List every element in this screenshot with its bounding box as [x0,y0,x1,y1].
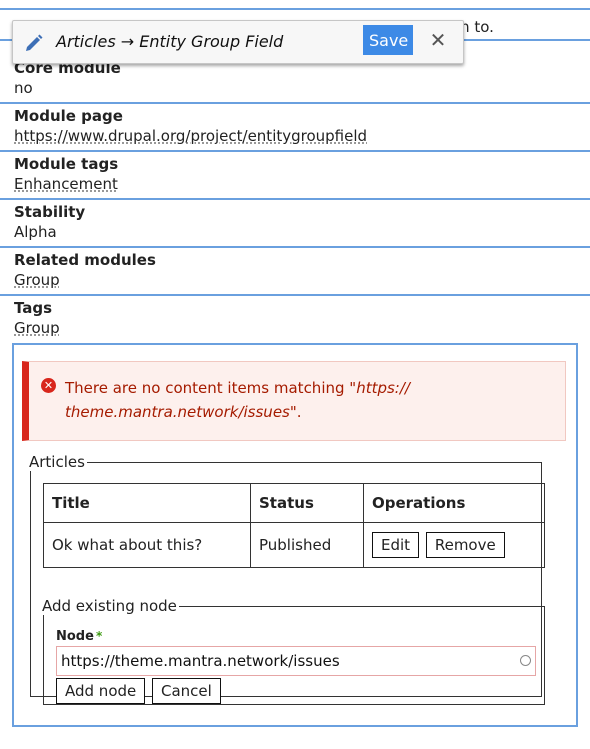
field-related-modules: Related modules Group [14,250,590,292]
outline-row [0,294,590,296]
error-message: ✕ There are no content items matching "h… [22,361,566,441]
field-value: Alpha [14,223,57,241]
row-status: Published [250,522,364,568]
field-module-tags: Module tags Enhancement [14,154,590,196]
add-node-button[interactable]: Add node [56,678,146,704]
outline-row [0,198,590,200]
table-row: Ok what about this? Published Edit Remov… [43,522,545,568]
field-module-page: Module page https://www.drupal.org/proje… [14,106,590,148]
error-prefix: There are no content items matching " [65,379,357,397]
field-label: Related modules [14,251,156,269]
error-text: There are no content items matching "htt… [65,376,425,424]
col-status: Status [250,483,364,523]
toolbar-title: Articles → Entity Group Field [56,32,284,51]
outline-row [0,102,590,104]
node-label: Node * [56,629,102,644]
articles-legend: Articles [29,453,85,471]
cancel-button[interactable]: Cancel [152,678,221,704]
node-input-value: https://theme.mantra.network/issues [61,652,340,670]
node-label-text: Node [56,629,94,644]
outline-row [0,246,590,248]
quick-edit-toolbar: Articles → Entity Group Field Save ✕ [12,20,464,64]
close-icon[interactable]: ✕ [427,29,449,51]
required-mark: * [95,629,103,643]
outline-top [0,8,590,10]
field-core-module: Core module no [14,58,590,100]
add-existing-node-fieldset: Add existing node Node * https://theme.ma… [42,597,545,705]
field-value: no [14,79,33,97]
edit-panel: ✕ There are no content items matching "h… [12,343,578,727]
field-stability: Stability Alpha [14,202,590,244]
row-title: Ok what about this? [43,522,251,568]
articles-table: Title Status Operations Ok what about th… [43,483,545,568]
edit-button[interactable]: Edit [372,532,420,558]
error-suffix: ". [289,403,302,421]
field-tags: Tags Group [14,298,590,340]
module-page-link[interactable]: https://www.drupal.org/project/entitygro… [14,126,590,148]
save-button[interactable]: Save [363,25,413,55]
articles-fieldset: Articles Title Status Operations Ok what… [29,453,545,705]
node-input[interactable]: https://theme.mantra.network/issues [56,646,536,676]
error-icon: ✕ [41,378,56,393]
outline-row [0,150,590,152]
tag-link[interactable]: Group [14,318,590,340]
col-title: Title [43,483,251,523]
module-tag-link[interactable]: Enhancement [14,174,590,196]
col-operations: Operations [363,483,545,523]
row-operations: Edit Remove [363,522,545,568]
remove-button[interactable]: Remove [425,532,505,558]
autocomplete-throbber-icon [520,655,531,666]
table-header-row: Title Status Operations [43,483,545,523]
add-existing-legend: Add existing node [42,597,177,615]
related-module-link[interactable]: Group [14,270,590,292]
field-label: Module page [14,107,123,125]
field-label: Tags [14,299,53,317]
field-label: Module tags [14,155,119,173]
pencil-icon [26,34,43,51]
field-label: Stability [14,203,86,221]
